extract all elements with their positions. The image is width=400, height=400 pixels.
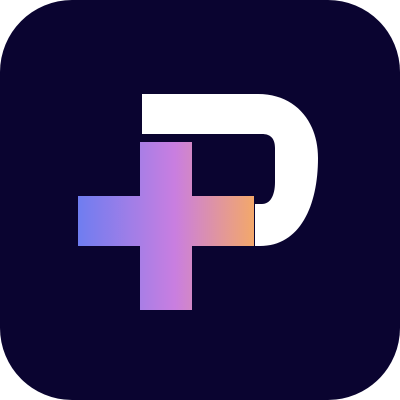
app-logo-icon [0, 0, 400, 400]
app-icon [0, 0, 400, 400]
